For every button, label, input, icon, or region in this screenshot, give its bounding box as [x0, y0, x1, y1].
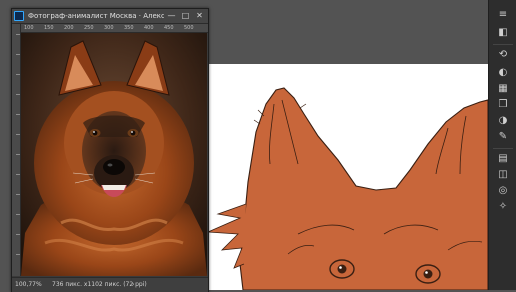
panel-icon-strip: ≡ ◧ ⟲ ◐ ▦ ❒ ◑ ✎ ▤ ◫ ◎ ✧ — [488, 0, 516, 290]
libraries-icon[interactable]: ❒ — [496, 98, 510, 112]
zoom-level[interactable]: 100,77% — [15, 278, 42, 291]
minimize-button[interactable]: — — [166, 10, 177, 22]
ruler-tick-label: 500 — [184, 25, 194, 31]
brush-icon[interactable]: ✎ — [496, 130, 510, 144]
properties-icon[interactable]: ◧ — [496, 26, 510, 40]
adjustments-icon[interactable]: ◑ — [496, 114, 510, 128]
window-titlebar[interactable]: Фотограф-анималист Москва · Александр Ди… — [12, 9, 208, 24]
ruler-tick-label: 400 — [144, 25, 154, 31]
ruler-tick-label: 300 — [104, 25, 114, 31]
maximize-button[interactable]: □ — [180, 10, 191, 22]
fur-silhouette — [239, 87, 488, 290]
ruler-tick-label: 450 — [164, 25, 174, 31]
swatches-icon[interactable]: ▦ — [496, 82, 510, 96]
panel-divider — [493, 148, 513, 149]
reference-dog-photo — [21, 33, 207, 276]
paths-icon[interactable]: ✧ — [496, 200, 510, 214]
ruler-tick-label: 100 — [24, 25, 34, 31]
photoshop-icon — [14, 11, 24, 21]
color-icon[interactable]: ◐ — [496, 66, 510, 80]
ruler-horizontal[interactable]: 100 150 200 250 300 350 400 450 500 — [20, 24, 208, 33]
menu-icon[interactable]: ≡ — [496, 8, 510, 22]
ruler-tick-label: 150 — [44, 25, 54, 31]
floating-document-window[interactable]: Фотограф-анималист Москва · Александр Ди… — [11, 8, 209, 292]
grid-icon[interactable]: ▤ — [496, 152, 510, 166]
right-eye — [415, 264, 441, 284]
status-menu-arrow[interactable]: › — [132, 278, 134, 291]
channels-icon[interactable]: ◎ — [496, 184, 510, 198]
ruler-tick-label: 350 — [124, 25, 134, 31]
ruler-vertical[interactable] — [12, 24, 21, 276]
ruler-tick-label: 250 — [84, 25, 94, 31]
history-icon[interactable]: ⟲ — [496, 48, 510, 62]
layers-icon[interactable]: ◫ — [496, 168, 510, 182]
left-eye — [329, 259, 355, 279]
ruler-tick-label: 200 — [64, 25, 74, 31]
window-title: Фотограф-анималист Москва · Александр Ди… — [28, 12, 164, 20]
close-button[interactable]: ✕ — [194, 10, 205, 22]
panel-divider — [493, 44, 513, 45]
